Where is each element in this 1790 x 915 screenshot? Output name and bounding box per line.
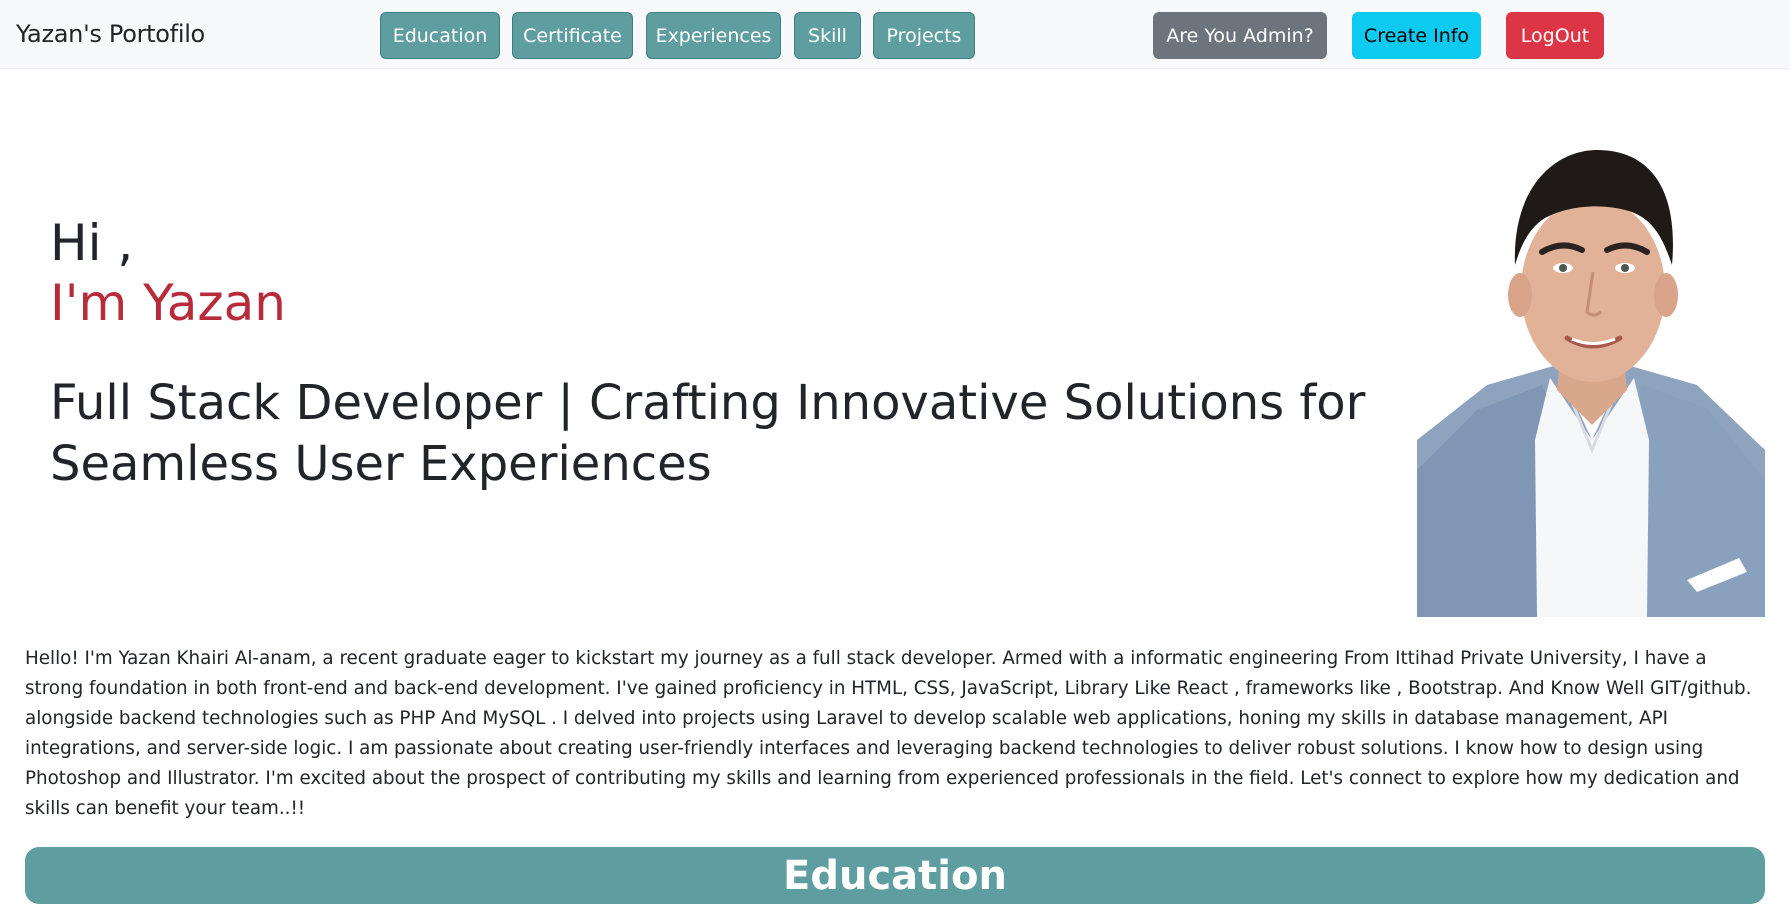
navbar: Yazan's Portofilo Education Certificate … [0, 0, 1790, 69]
hero-title: Full Stack Developer | Crafting Innovati… [50, 375, 1366, 492]
admin-button[interactable]: Are You Admin? [1153, 12, 1327, 59]
nav-skill-button[interactable]: Skill [794, 12, 861, 59]
logout-button[interactable]: LogOut [1506, 12, 1604, 59]
bio-paragraph: Hello! I'm Yazan Khairi Al-anam, a recen… [25, 648, 1752, 819]
profile-portrait-illustration [1417, 150, 1765, 617]
create-info-button[interactable]: Create Info [1352, 12, 1481, 59]
nav-education-button[interactable]: Education [380, 12, 500, 59]
hero-greeting: Hi , [50, 214, 134, 272]
brand-title[interactable]: Yazan's Portofilo [16, 20, 205, 48]
profile-photo [1417, 140, 1765, 617]
hero-name: I'm Yazan [50, 274, 286, 332]
nav-certificate-button[interactable]: Certificate [512, 12, 633, 59]
nav-projects-button[interactable]: Projects [873, 12, 975, 59]
education-section-header: Education [25, 847, 1765, 904]
nav-experiences-button[interactable]: Experiences [646, 12, 781, 59]
section-title: Education [783, 852, 1007, 899]
